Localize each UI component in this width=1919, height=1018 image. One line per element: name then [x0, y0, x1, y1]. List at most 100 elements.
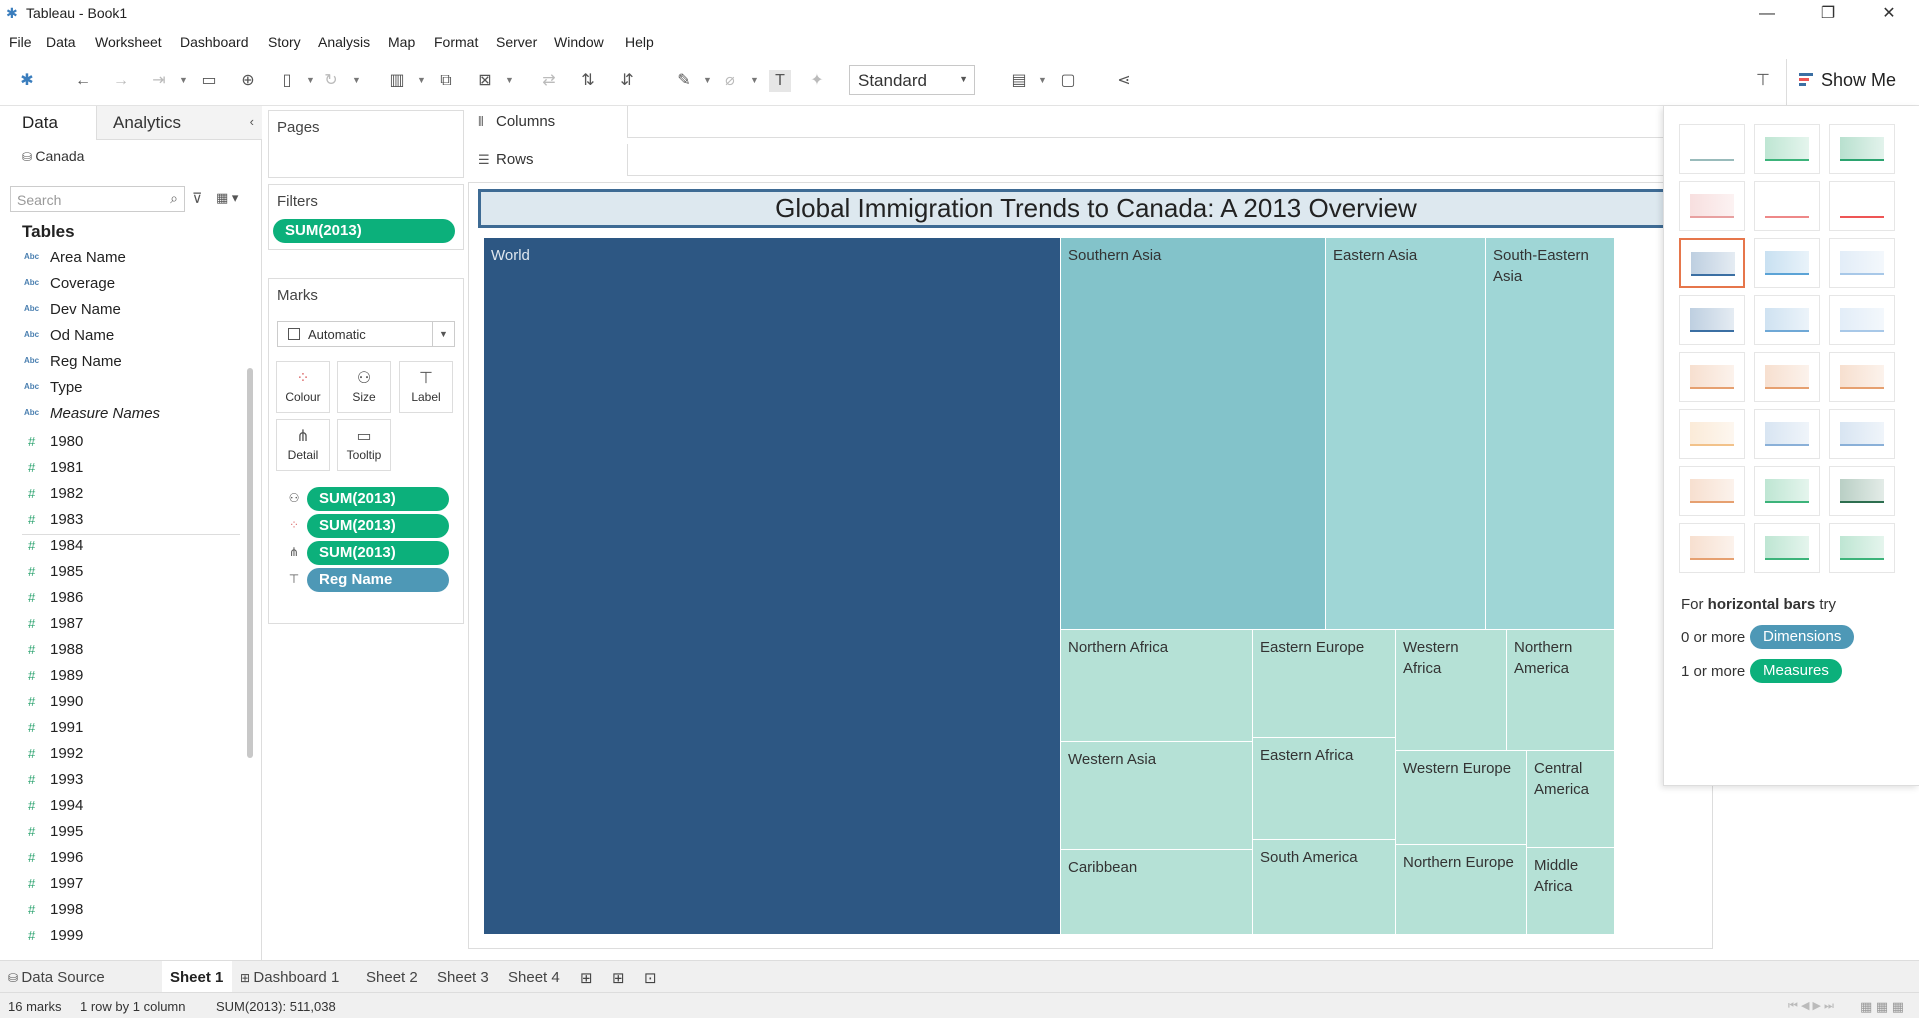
view-mode-icon[interactable]: ▦ ▦ ▦ [1860, 999, 1904, 1015]
filter-pill[interactable]: SUM(2013) [273, 219, 455, 243]
field-1985[interactable]: #1985 [0, 560, 242, 586]
treemap-cell-eastern-europe[interactable]: Eastern Europe [1253, 630, 1396, 738]
tab-analytics[interactable]: Analytics ‹ [96, 106, 262, 140]
tab-sheet-4[interactable]: Sheet 4 [508, 961, 568, 993]
pause-updates-icon[interactable]: ▯ [276, 70, 298, 92]
treemap-chart-icon[interactable] [1679, 295, 1745, 345]
continuous-lines-chart-icon[interactable] [1679, 352, 1745, 402]
field-1984[interactable]: #1984 [0, 534, 242, 560]
label-button[interactable]: ⊤ Label [399, 361, 453, 413]
scrollbar[interactable] [247, 368, 253, 758]
view-title[interactable]: Global Immigration Trends to Canada: A 2… [478, 189, 1714, 228]
gantt-chart-chart-icon[interactable] [1679, 523, 1745, 573]
treemap-cell-northern-africa[interactable]: Northern Africa [1061, 630, 1253, 742]
menu-help[interactable]: Help [625, 34, 654, 50]
size-button[interactable]: ⚇ Size [337, 361, 391, 413]
replay-icon[interactable]: ⇥ [148, 70, 170, 92]
tab-data[interactable]: Data [0, 106, 96, 140]
field-1992[interactable]: #1992 [0, 742, 242, 768]
replay-dropdown-icon[interactable]: ▼ [179, 75, 188, 85]
new-datasource-icon[interactable]: ⊕ [237, 70, 259, 92]
menu-format[interactable]: Format [434, 34, 478, 50]
treemap-cell-central-america[interactable]: Central America [1527, 751, 1615, 848]
group-dropdown-icon[interactable]: ▼ [750, 75, 759, 85]
scatter-plot-chart-icon[interactable] [1679, 466, 1745, 516]
field-1982[interactable]: #1982 [0, 482, 242, 508]
field-1998[interactable]: #1998 [0, 898, 242, 924]
field-1981[interactable]: #1981 [0, 456, 242, 482]
undo-icon[interactable]: ← [72, 70, 94, 92]
treemap-cell-southern-asia[interactable]: Southern Asia [1061, 238, 1326, 630]
treemap-cell-caribbean[interactable]: Caribbean [1061, 850, 1253, 935]
treemap-cell-western-asia[interactable]: Western Asia [1061, 742, 1253, 850]
highlight-dropdown-icon[interactable]: ▼ [703, 75, 712, 85]
field-coverage[interactable]: Abc Coverage [0, 272, 242, 298]
mark-type-dropdown[interactable]: Automatic ▼ [277, 321, 455, 347]
tab-sheet-1[interactable]: Sheet 1 [162, 961, 232, 993]
field-1996[interactable]: #1996 [0, 846, 242, 872]
filter-icon[interactable]: ⊽ [192, 190, 202, 207]
field-1991[interactable]: #1991 [0, 716, 242, 742]
redo-icon[interactable]: → [110, 70, 132, 92]
new-worksheet-icon[interactable]: ⊞ [580, 961, 604, 993]
menu-map[interactable]: Map [388, 34, 415, 50]
field-1983[interactable]: #1983 [0, 508, 242, 534]
field-dev-name[interactable]: Abc Dev Name [0, 298, 242, 324]
field-type[interactable]: Abc Type [0, 376, 242, 402]
treemap-cell-eastern-asia[interactable]: Eastern Asia [1326, 238, 1486, 630]
duplicate-sheet-icon[interactable]: ⧉ [435, 70, 457, 92]
treemap-cell-northern-europe[interactable]: Northern Europe [1396, 845, 1527, 935]
tableau-home-icon[interactable]: ✱ [16, 70, 38, 92]
marks-pill-label[interactable]: Reg Name [307, 568, 449, 592]
marks-pill-detail[interactable]: SUM(2013) [307, 541, 449, 565]
search-input[interactable]: Search ⌕ [10, 186, 185, 212]
field-od-name[interactable]: Abc Od Name [0, 324, 242, 350]
circle-view-chart-icon[interactable] [1754, 295, 1820, 345]
text-table-chart-icon[interactable] [1679, 124, 1745, 174]
sort-ascending-icon[interactable]: ⇅ [577, 70, 599, 92]
save-icon[interactable]: ▭ [198, 70, 220, 92]
refresh-icon[interactable]: ↻ [320, 70, 342, 92]
show-me-button[interactable]: Show Me [1786, 59, 1919, 105]
field-1994[interactable]: #1994 [0, 794, 242, 820]
menu-window[interactable]: Window [554, 34, 604, 50]
tab-sheet-2[interactable]: Sheet 2 [366, 961, 426, 993]
heat-map-chart-icon[interactable] [1754, 124, 1820, 174]
field-1989[interactable]: #1989 [0, 664, 242, 690]
presentation-mode-icon[interactable]: ▢ [1057, 70, 1079, 92]
area-discrete-chart-icon[interactable] [1754, 409, 1820, 459]
sort-descending-icon[interactable]: ⇵ [616, 70, 638, 92]
data-source-tab[interactable]: ⛁ Data Source [8, 961, 158, 993]
stacked-bars-chart-icon[interactable] [1754, 238, 1820, 288]
minimize-icon[interactable]: — [1747, 2, 1787, 26]
field-1986[interactable]: #1986 [0, 586, 242, 612]
restore-icon[interactable]: ❐ [1808, 2, 1848, 26]
colour-button[interactable]: ⁘ Colour [276, 361, 330, 413]
fit-dropdown[interactable]: Standard ▼ [849, 65, 975, 95]
area-continuous-chart-icon[interactable] [1679, 409, 1745, 459]
page-nav-icon[interactable]: ⏮ ◀ ▶ ⏭ [1788, 999, 1834, 1013]
dual-combination-chart-icon[interactable] [1829, 409, 1895, 459]
field-1990[interactable]: #1990 [0, 690, 242, 716]
view-options-icon[interactable]: ▦ ▾ [216, 190, 238, 206]
show-cards-icon[interactable]: ▤ [1008, 70, 1030, 92]
share-icon[interactable]: ⋖ [1113, 70, 1135, 92]
format-painter-icon[interactable]: ⊤ [1752, 70, 1774, 92]
treemap-cell-south-eastern-asia[interactable]: South-Eastern Asia [1486, 238, 1615, 630]
menu-dashboard[interactable]: Dashboard [180, 34, 249, 50]
treemap-cell-middle-africa[interactable]: Middle Africa [1527, 848, 1615, 935]
fix-axes-icon[interactable]: ✦ [806, 70, 828, 92]
menu-data[interactable]: Data [46, 34, 76, 50]
marks-pill-size[interactable]: SUM(2013) [307, 487, 449, 511]
horizontal-bars-chart-icon[interactable] [1679, 238, 1745, 288]
group-icon[interactable]: ⌀ [719, 70, 741, 92]
side-by-side-bars-chart-icon[interactable] [1829, 238, 1895, 288]
menu-server[interactable]: Server [496, 34, 537, 50]
treemap-cell-western-africa[interactable]: Western Africa [1396, 630, 1507, 751]
discrete-lines-chart-icon[interactable] [1754, 352, 1820, 402]
refresh-dropdown-icon[interactable]: ▼ [352, 75, 361, 85]
menu-analysis[interactable]: Analysis [318, 34, 370, 50]
clear-dropdown-icon[interactable]: ▼ [505, 75, 514, 85]
highlight-table-chart-icon[interactable] [1829, 124, 1895, 174]
pause-dropdown-icon[interactable]: ▼ [306, 75, 315, 85]
